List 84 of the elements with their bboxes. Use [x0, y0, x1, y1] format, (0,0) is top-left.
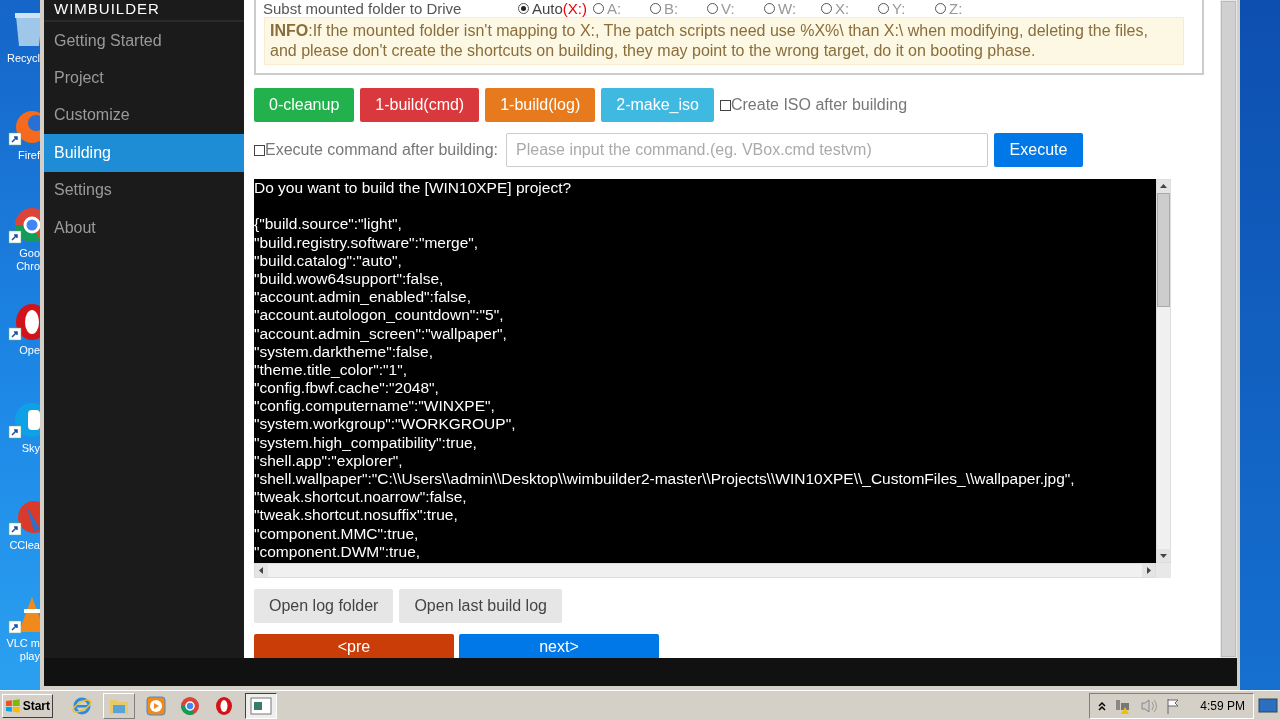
desktop-icon-label: CClea	[9, 539, 40, 553]
desktop-icon-label: Ope	[19, 344, 40, 358]
sidebar-item[interactable]: Building	[44, 134, 244, 172]
radio-label: B:	[664, 0, 679, 17]
clock: 4:59 PM	[1200, 698, 1245, 713]
command-input-field[interactable]: Please input the command.(eg. VBox.cmd testvm)	[506, 133, 988, 167]
desktop-icon-label: Recycl	[7, 52, 40, 65]
console-line: "shell.wallpaper":"C:\\Users\\admin\\Desktop\\wimbuilder2-master\\Projects\\WIN10XPE\\_CustomFiles_\\wallpaper.jpg",	[254, 470, 1076, 489]
checkbox-label: Create ISO after building	[730, 96, 908, 114]
sidebar-item[interactable]: Project	[44, 59, 244, 97]
sidebar-item[interactable]: About	[44, 208, 244, 247]
caret-up-icon[interactable]	[1098, 700, 1107, 711]
console-line: "theme.title_color":"1",	[254, 360, 408, 380]
console-line: "system.high_compatibility":true,	[254, 433, 478, 452]
radio-button[interactable]	[878, 3, 890, 14]
desktop-icon-label: Sky	[21, 441, 40, 455]
radio-label: W:	[778, 0, 797, 17]
opera-icon	[214, 695, 234, 716]
window-scrollbar[interactable]	[1220, 0, 1237, 658]
radio-label: Y:	[892, 0, 906, 17]
play-icon	[146, 695, 166, 716]
console-line: "system.workgroup":"WORKGROUP",	[254, 415, 517, 434]
console-line: "account.admin_enabled":false,	[254, 288, 472, 307]
radio-button[interactable]	[764, 3, 776, 14]
checkbox[interactable]	[719, 99, 731, 111]
desktop-icon-label: Goo	[19, 246, 40, 260]
log-button[interactable]: Open last build log	[399, 589, 562, 623]
browser-icon	[72, 695, 92, 716]
sidebar-item[interactable]: Getting Started	[44, 22, 244, 60]
radio-button[interactable]	[707, 3, 719, 14]
radio-button[interactable]	[821, 3, 833, 14]
build-button[interactable]: 1-build(cmd)	[360, 88, 480, 122]
console-line: "system.darktheme":false,	[254, 342, 434, 361]
radio-label: Z:	[949, 0, 963, 17]
console-line: "shell.app":"explorer",	[254, 451, 404, 470]
previous-button[interactable]: <pre	[254, 634, 454, 658]
radio-button[interactable]	[650, 3, 662, 14]
console-line: "config.fbwf.cache":"2048",	[254, 379, 440, 398]
next-button[interactable]: next>	[459, 634, 659, 658]
windows-logo-icon	[5, 698, 21, 713]
scroll-down-icon[interactable]	[1157, 549, 1170, 562]
radio-label: V:	[721, 0, 735, 17]
console-line: "config.computername":"WINXPE",	[254, 397, 496, 416]
radio-label: A:	[607, 0, 622, 17]
console-line: "account.autologon_countdown":"5",	[254, 306, 505, 325]
info-message: INFO:If the mounted folder isn't mapping to X:, The patch scripts need use %X%\ than X:\ when modifying, deleting the files, and please don't create the shortcuts on building, they may point to the wrong target, do it on booting phase.	[264, 17, 1184, 65]
chrome-icon	[180, 695, 200, 716]
console-line: "build.catalog":"auto",	[254, 251, 403, 270]
flag-icon[interactable]	[1166, 697, 1181, 714]
console-line: "component.DWM":true,	[254, 542, 422, 561]
console-line: "account.admin_screen":"wallpaper",	[254, 324, 508, 343]
console-line: {"build.source":"light",	[254, 215, 403, 234]
radio-button[interactable]	[593, 3, 605, 14]
console-line: "tweak.shortcut.noarrow":false,	[254, 488, 468, 507]
checkbox[interactable]	[254, 144, 265, 156]
console-line: "build.wow64support":false,	[254, 269, 445, 289]
radio-label: X:	[835, 0, 850, 17]
console-line: "build.registry.software":"merge",	[254, 233, 480, 252]
desktop-icon-label: Chro	[16, 259, 40, 273]
scrollbar-corner	[1156, 563, 1171, 578]
taskbar-app-button[interactable]	[245, 692, 277, 719]
radio-label: Auto(X:)	[532, 0, 588, 17]
console-line: "tweak.shortcut.nosuffix":true,	[254, 506, 459, 525]
sidebar-item[interactable]: Settings	[44, 171, 244, 209]
execute-button[interactable]: Execute	[994, 133, 1083, 167]
desktop-icon-label: Firef	[18, 149, 40, 163]
scroll-left-icon[interactable]	[255, 564, 268, 577]
scroll-up-icon[interactable]	[1157, 180, 1170, 193]
radio-button[interactable]	[935, 3, 947, 14]
vertical-scrollbar[interactable]	[1156, 179, 1171, 563]
log-button[interactable]: Open log folder	[254, 589, 394, 623]
drive-option-label: Subst mounted folder to Drive	[262, 0, 463, 17]
console-line: Do you want to build the [WIN10XPE] project?	[254, 179, 573, 198]
desktop-icon-label: VLC m	[6, 636, 40, 650]
radio-button[interactable]	[518, 3, 529, 14]
console-line: "component.MMC":true,	[254, 524, 420, 543]
desktop-icon-label: play	[19, 649, 40, 663]
checkbox-label: Execute command after building:	[265, 141, 498, 159]
horizontal-scrollbar[interactable]	[254, 563, 1156, 578]
scroll-right-icon[interactable]	[1142, 564, 1155, 577]
start-button[interactable]: Start	[2, 693, 53, 718]
sidebar-item[interactable]: Customize	[44, 96, 244, 135]
show-desktop-icon[interactable]	[1258, 697, 1278, 714]
window-icon	[250, 696, 272, 715]
